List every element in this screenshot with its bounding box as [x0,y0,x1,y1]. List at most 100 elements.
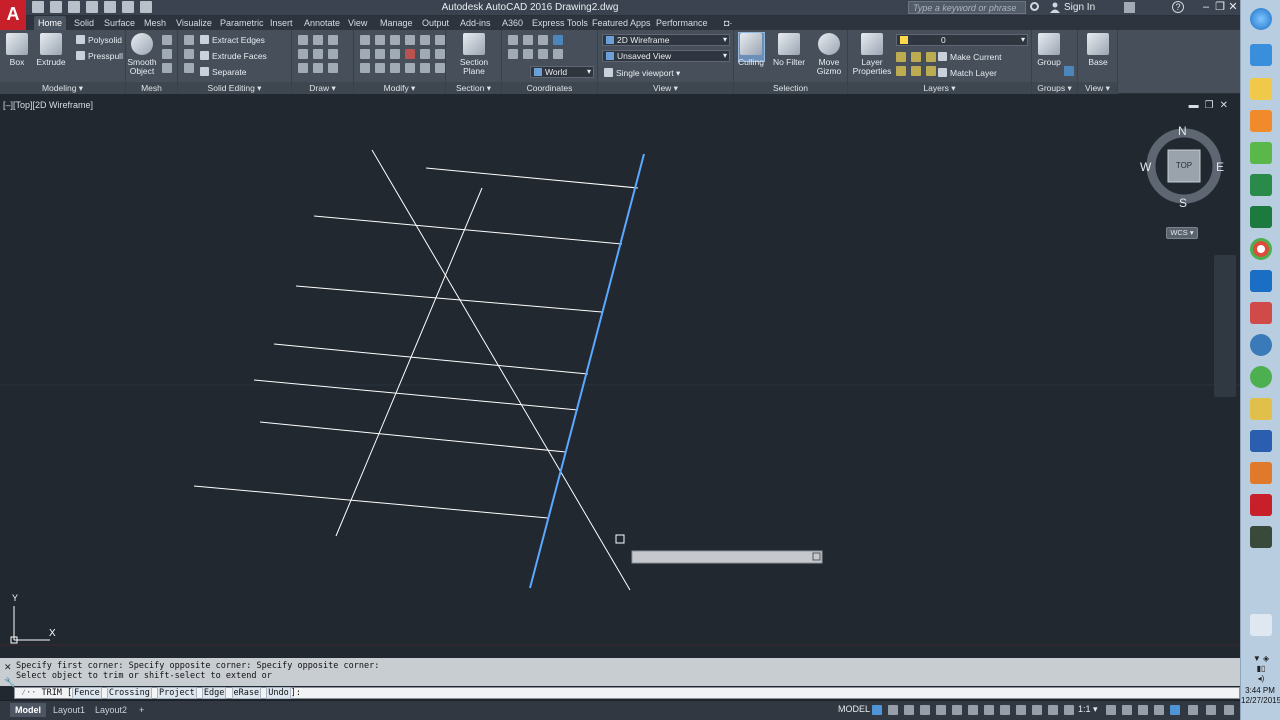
panel-label-section[interactable]: Section ▾ [446,82,501,94]
mirror-icon[interactable] [405,35,415,45]
group-select-icon[interactable] [1064,66,1074,76]
visual-style-dropdown[interactable]: 2D Wireframe [602,34,730,46]
tab-performance[interactable]: Performance [652,16,712,30]
command-option-undo[interactable]: Undo [266,687,291,699]
ucs-icon[interactable] [508,35,518,45]
save-as-icon[interactable] [86,1,98,13]
ucs-z-icon[interactable] [538,49,548,59]
ribbon-options-icon[interactable]: ◘· [720,16,736,30]
make-current-button[interactable]: Make Current [938,51,1002,63]
close-button[interactable]: ✕ [1227,1,1239,13]
app-c-icon[interactable] [1250,526,1272,548]
named-view-dropdown[interactable]: Unsaved View [602,50,730,62]
drawing-canvas[interactable] [0,95,1240,658]
rectangle-icon[interactable] [313,49,323,59]
compass-west[interactable]: W [1140,160,1151,174]
tab-output[interactable]: Output [418,16,453,30]
layer-freeze-icon[interactable] [926,52,936,62]
add-layout-button[interactable]: + [134,703,149,717]
panel-label-modify[interactable]: Modify ▾ [354,82,445,94]
dynamic-input-box[interactable] [631,550,823,564]
units-icon[interactable] [1138,705,1148,715]
polar-icon[interactable] [920,705,930,715]
command-option-project[interactable]: Project [156,687,197,699]
tab-surface[interactable]: Surface [100,16,139,30]
drawing-line[interactable] [371,149,631,591]
join-icon[interactable] [375,63,385,73]
spline-icon[interactable] [328,63,338,73]
autocad-taskbar-icon[interactable] [1250,494,1272,516]
fillet-icon[interactable] [420,35,430,45]
command-option-edge[interactable]: Edge [201,687,227,699]
app-red-icon[interactable] [1250,302,1272,324]
ellipse-icon[interactable] [298,63,308,73]
hatch-icon[interactable] [313,63,323,73]
model-space-toggle[interactable]: MODEL [838,704,870,714]
grid-icon[interactable] [872,705,882,715]
panel-label-modeling[interactable]: Modeling ▾ [0,82,125,94]
rotate-icon[interactable] [375,35,385,45]
system-clock[interactable]: 3:44 PM 12/27/2015 [1241,686,1280,706]
selection-cycling-icon[interactable] [1016,705,1026,715]
restore-button[interactable]: ❐ [1214,1,1226,13]
workspace-gear-icon[interactable] [1106,705,1116,715]
ucs-3point-icon[interactable] [538,35,548,45]
ucs-view-icon[interactable] [553,35,563,45]
sign-in-link[interactable]: Sign In [1064,2,1095,13]
layer-lock-icon[interactable] [896,66,906,76]
section-plane-button[interactable]: Section Plane [457,33,491,76]
tab-add-ins[interactable]: Add-ins [456,16,495,30]
layer-properties-button[interactable]: Layer Properties [852,33,892,76]
polysolid-button[interactable]: Polysolid [76,34,122,46]
viewport-window-controls[interactable]: ▬❐✕ [1189,100,1234,111]
command-option-crossing[interactable]: Crossing [106,687,152,699]
drawing-line[interactable] [425,167,639,189]
wcs-menu-button[interactable]: WCS ▾ [1166,227,1198,239]
panel-label-view[interactable]: View ▾ [598,82,733,94]
drawing-viewport[interactable]: X Y [–][Top][2D Wireframe] ▬❐✕ N S E W T… [0,95,1240,658]
tab-home[interactable]: Home [34,16,67,30]
explode-icon[interactable] [420,49,430,59]
layer-isolate-icon[interactable] [911,52,921,62]
command-line-input[interactable]: ⁄·· TRIM [Fence Crossing Project Edge eR… [14,687,1240,699]
no-filter-button[interactable]: No Filter [770,33,808,67]
ucs-x-icon[interactable] [508,49,518,59]
app-orange-icon[interactable] [1250,462,1272,484]
dynamic-ucs-icon[interactable] [1048,705,1058,715]
tab-solid[interactable]: Solid [70,16,98,30]
intersect-icon[interactable] [184,63,194,73]
app-blue-circle-icon[interactable] [1250,334,1272,356]
object-snap-icon[interactable] [968,705,978,715]
clean-screen-icon[interactable] [1206,705,1216,715]
file-explorer-icon[interactable] [1250,78,1272,100]
mesh-tool-icon[interactable] [162,35,172,45]
app-green-circle-icon[interactable] [1250,366,1272,388]
layout-tab-layout1[interactable]: Layout1 [48,703,90,717]
media-player-icon[interactable] [1250,110,1272,132]
panel-label-view-base[interactable]: View ▾ [1078,82,1117,94]
compass-east[interactable]: E [1216,160,1224,174]
erase-icon[interactable] [405,49,415,59]
extract-edges-button[interactable]: Extract Edges [200,34,265,46]
polygon-icon[interactable] [328,49,338,59]
redo-icon[interactable] [140,1,152,13]
annotation-scale-dropdown[interactable]: 1:1 ▾ [1078,704,1098,715]
mesh-tool-icon[interactable] [162,63,172,73]
new-file-icon[interactable] [32,1,44,13]
chamfer-icon[interactable] [360,63,370,73]
tab-mesh[interactable]: Mesh [140,16,170,30]
search-input[interactable]: Type a keyword or phrase [908,1,1026,14]
tab-a360[interactable]: A360 [498,16,527,30]
union-icon[interactable] [184,35,194,45]
tab-insert[interactable]: Insert [266,16,297,30]
smooth-object-button[interactable]: Smooth Object [126,33,158,76]
align-icon[interactable] [405,63,415,73]
tab-annotate[interactable]: Annotate [300,16,344,30]
command-option-erase[interactable]: eRase [231,687,262,699]
app-bird-icon[interactable] [1250,142,1272,164]
compass-south[interactable]: S [1179,196,1187,210]
lengthen-icon[interactable] [420,63,430,73]
plot-icon[interactable] [104,1,116,13]
viewport-config-button[interactable]: Single viewport ▾ [604,67,680,79]
search-icon[interactable] [1030,2,1039,11]
